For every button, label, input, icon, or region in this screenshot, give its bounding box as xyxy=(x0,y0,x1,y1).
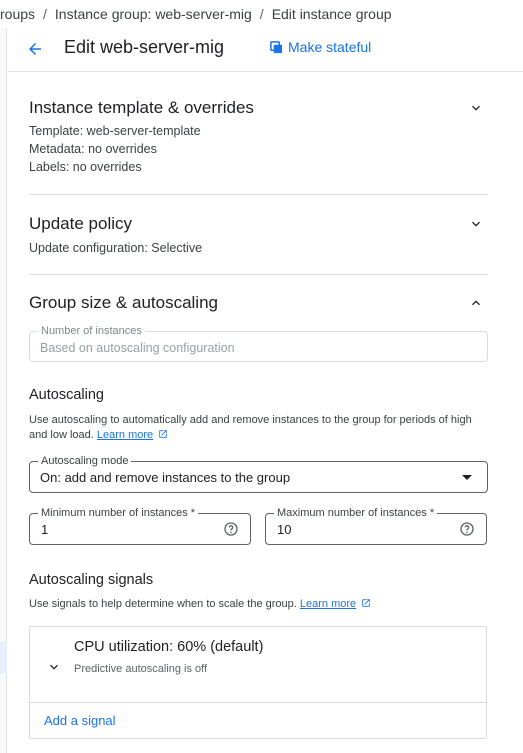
update-policy-title: Update policy xyxy=(29,214,133,233)
stateful-icon xyxy=(270,40,283,53)
autoscaling-learn-more-link[interactable]: Learn more xyxy=(97,429,153,441)
divider xyxy=(29,274,488,275)
update-policy-section: Update policy Update configuration: Sele… xyxy=(29,214,488,257)
autoscaling-mode-select[interactable]: Autoscaling mode On: add and remove inst… xyxy=(29,455,488,493)
max-instances-value: 10 xyxy=(277,522,292,537)
chevron-up-icon[interactable] xyxy=(468,295,484,311)
labels-line: Labels: no overrides xyxy=(29,160,142,174)
min-instances-value: 1 xyxy=(41,522,49,537)
breadcrumb: roups / Instance group: web-server-mig /… xyxy=(0,0,523,28)
left-nav-active-marker xyxy=(0,642,7,674)
autoscaling-signals-title: Autoscaling signals xyxy=(29,572,154,588)
back-button[interactable] xyxy=(24,38,46,60)
autoscaling-mode-value: On: add and remove instances to the grou… xyxy=(40,470,291,485)
breadcrumb-separator: / xyxy=(259,6,264,22)
divider xyxy=(29,194,488,195)
breadcrumb-separator: / xyxy=(43,6,47,22)
cpu-utilization-title: CPU utilization: 60% (default) xyxy=(74,639,264,655)
signals-description-text: Use signals to help determine when to sc… xyxy=(29,598,297,610)
min-instances-field[interactable]: Minimum number of instances * 1 xyxy=(29,507,251,545)
number-of-instances-label: Number of instances xyxy=(38,325,145,337)
page-header: Edit web-server-mig Make stateful xyxy=(8,28,523,72)
help-icon[interactable] xyxy=(223,521,239,537)
open-in-new-icon xyxy=(159,430,167,438)
max-instances-label: Maximum number of instances * xyxy=(274,507,438,519)
group-size-title: Group size & autoscaling xyxy=(29,293,218,312)
breadcrumb-instance-groups[interactable]: roups xyxy=(0,6,35,22)
metadata-line: Metadata: no overrides xyxy=(29,142,157,156)
arrow-back-icon xyxy=(29,43,41,55)
breadcrumb-current: Edit instance group xyxy=(271,6,392,22)
autoscaling-signals-card: CPU utilization: 60% (default) Predictiv… xyxy=(29,626,487,739)
number-of-instances-field: Number of instances Based on autoscaling… xyxy=(29,325,488,362)
help-icon[interactable] xyxy=(459,521,475,537)
template-section: Instance template & overrides Template: … xyxy=(29,98,488,176)
make-stateful-label: Make stateful xyxy=(288,39,372,55)
group-size-section: Group size & autoscaling xyxy=(29,293,488,313)
chevron-down-icon[interactable] xyxy=(468,216,484,232)
autoscaling-description-text: Use autoscaling to automatically add and… xyxy=(29,414,472,441)
number-of-instances-placeholder: Based on autoscaling configuration xyxy=(40,341,235,355)
chevron-down-icon[interactable] xyxy=(46,659,62,675)
breadcrumb-instance-group[interactable]: Instance group: web-server-mig xyxy=(55,6,252,22)
dropdown-arrow-icon xyxy=(462,475,472,480)
cpu-utilization-signal[interactable]: CPU utilization: 60% (default) Predictiv… xyxy=(30,627,486,703)
page-title: Edit web-server-mig xyxy=(64,37,225,57)
chevron-down-icon[interactable] xyxy=(468,100,484,116)
autoscaling-signals-description: Use signals to help determine when to sc… xyxy=(29,597,489,612)
left-nav-rail xyxy=(0,28,7,753)
autoscaling-mode-label: Autoscaling mode xyxy=(38,455,132,467)
make-stateful-button[interactable]: Make stateful xyxy=(270,39,371,55)
template-section-title: Instance template & overrides xyxy=(29,98,254,117)
add-signal-button[interactable]: Add a signal xyxy=(44,713,116,728)
template-line: Template: web-server-template xyxy=(29,124,201,138)
open-in-new-icon xyxy=(362,599,370,607)
predictive-autoscaling-status: Predictive autoscaling is off xyxy=(74,663,208,675)
autoscaling-title: Autoscaling xyxy=(29,387,104,403)
signals-learn-more-link[interactable]: Learn more xyxy=(300,598,356,610)
max-instances-field[interactable]: Maximum number of instances * 10 xyxy=(265,507,487,545)
update-configuration-line: Update configuration: Selective xyxy=(29,241,203,255)
min-instances-label: Minimum number of instances * xyxy=(38,507,199,519)
autoscaling-description: Use autoscaling to automatically add and… xyxy=(29,413,489,443)
